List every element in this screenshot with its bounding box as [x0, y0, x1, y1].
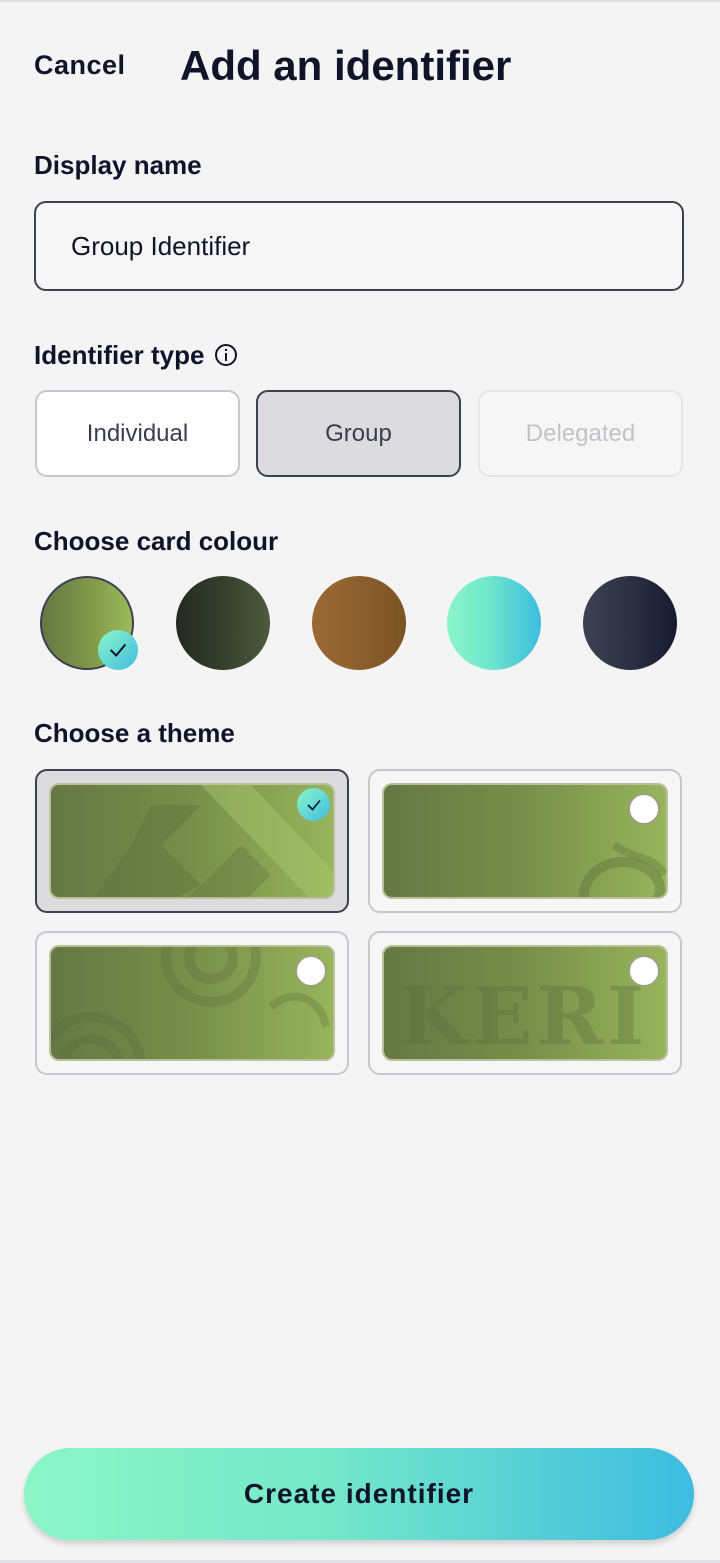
info-icon[interactable] — [214, 343, 238, 367]
celtic-knot-icon — [578, 841, 666, 897]
display-name-input[interactable]: Group Identifier — [34, 201, 684, 291]
theme-option-swirl[interactable] — [35, 931, 349, 1075]
display-name-value: Group Identifier — [71, 230, 251, 261]
colour-swatch-dark-green[interactable] — [176, 576, 270, 670]
theme-preview — [382, 783, 668, 899]
page-title: Add an identifier — [180, 42, 512, 89]
colour-swatch-brown[interactable] — [312, 576, 406, 670]
type-individual-button[interactable]: Individual — [35, 390, 240, 477]
theme-label: Choose a theme — [34, 718, 235, 748]
display-name-label: Display name — [34, 150, 202, 180]
card-colour-label: Choose card colour — [34, 526, 279, 556]
geometric-pattern-icon — [96, 785, 333, 897]
keri-watermark: KERI — [398, 969, 649, 1061]
cancel-button[interactable]: Cancel — [34, 50, 126, 81]
theme-option-geometric[interactable] — [35, 769, 349, 913]
theme-radio[interactable] — [628, 793, 660, 825]
type-delegated-button[interactable]: Delegated — [478, 390, 683, 477]
identifier-type-label: Identifier type — [34, 340, 205, 370]
theme-preview — [49, 945, 335, 1061]
theme-preview: KERI — [382, 945, 668, 1061]
type-group-button[interactable]: Group — [256, 390, 461, 477]
check-icon — [297, 788, 330, 821]
colour-swatch-navy[interactable] — [583, 576, 677, 670]
theme-option-keri[interactable]: KERI — [368, 931, 682, 1075]
colour-swatch-mint[interactable] — [447, 576, 541, 670]
theme-radio[interactable] — [628, 955, 660, 987]
swirl-pattern-icon — [51, 947, 330, 1059]
theme-radio[interactable] — [295, 955, 327, 987]
create-identifier-button[interactable]: Create identifier — [24, 1448, 694, 1540]
theme-preview — [49, 783, 335, 899]
theme-option-celtic[interactable] — [368, 769, 682, 913]
check-icon — [98, 630, 138, 670]
top-divider — [0, 0, 720, 2]
